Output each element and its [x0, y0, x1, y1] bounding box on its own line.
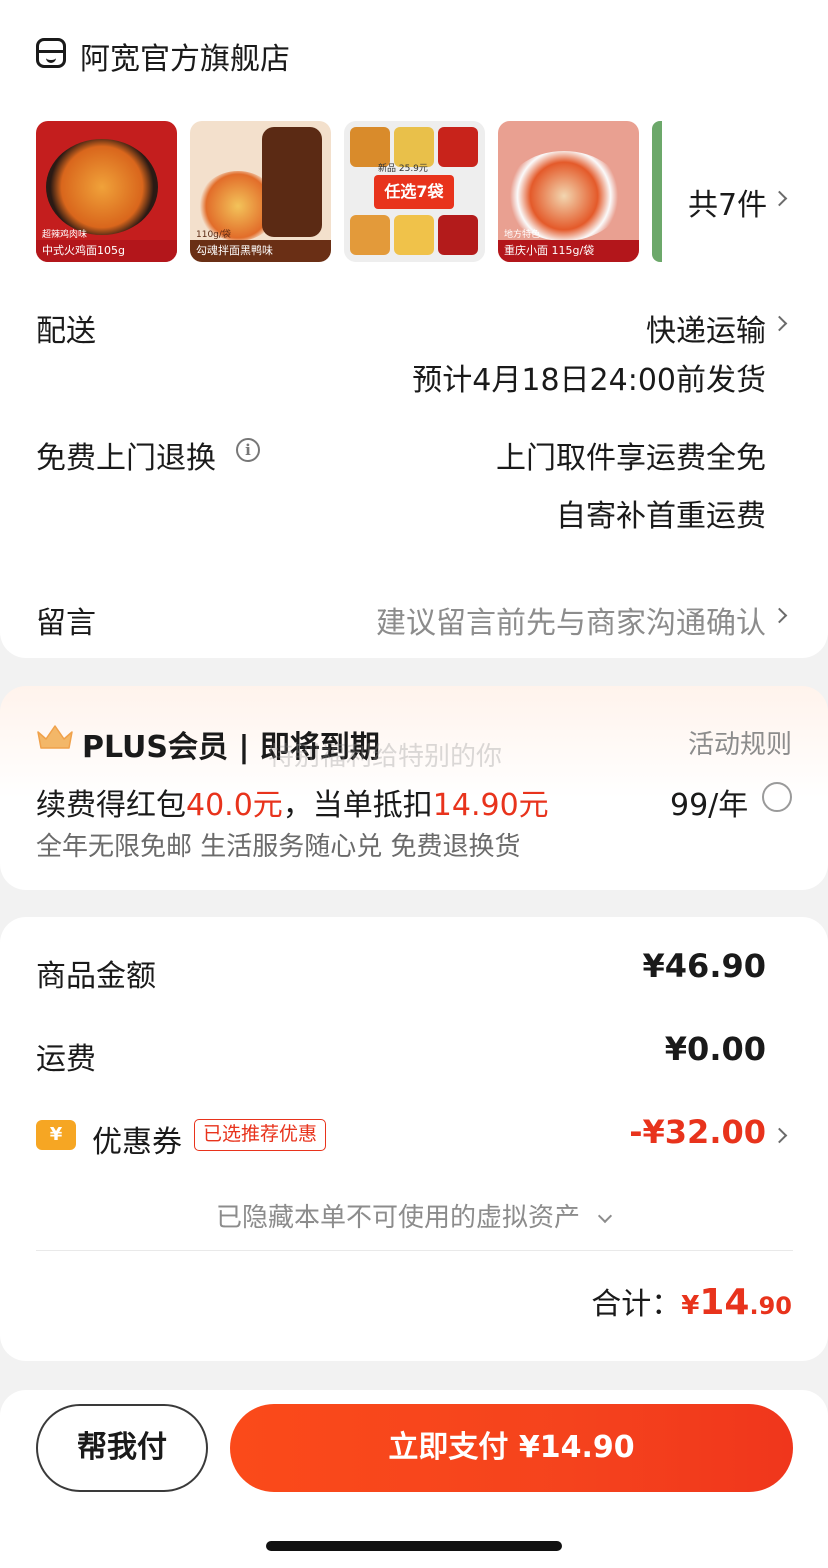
thumbnail-tag: 新品 25.9元 — [378, 164, 428, 174]
help-pay-button[interactable]: 帮我付 — [36, 1404, 208, 1492]
total-decimal: .90 — [749, 1292, 792, 1320]
return-service-label: 免费上门退换 — [36, 441, 216, 476]
coupon-discount-value[interactable]: -¥32.00 — [629, 1113, 766, 1151]
hidden-assets-toggle[interactable]: 已隐藏本单不可使用的虚拟资产 — [216, 1197, 613, 1234]
product-thumbnail[interactable]: 超辣鸡肉味 中式火鸡面105g — [36, 121, 177, 262]
chevron-right-icon — [771, 607, 788, 624]
return-service-line1: 上门取件享运费全免 — [496, 441, 766, 476]
shipping-value: ¥0.00 — [664, 1030, 766, 1068]
delivery-estimate: 预计4月18日24:00前发货 — [412, 363, 766, 398]
thumbnail-caption: 勾魂拌面黑鸭味 — [190, 240, 331, 262]
product-count[interactable]: 共7件 — [688, 180, 767, 224]
chevron-right-icon — [771, 315, 788, 332]
plus-select-radio[interactable] — [762, 782, 792, 812]
shop-name[interactable]: 阿宽官方旗舰店 — [80, 34, 290, 78]
order-card: 阿宽官方旗舰店 超辣鸡肉味 中式火鸡面105g 110g/袋 勾魂拌面黑鸭味 任… — [0, 0, 828, 658]
chevron-right-icon — [771, 190, 788, 207]
home-indicator[interactable] — [266, 1541, 562, 1551]
thumbnail-caption: 重庆小面 115g/袋 — [498, 240, 639, 262]
hidden-assets-text: 已隐藏本单不可使用的虚拟资产 — [216, 1203, 581, 1233]
pay-now-button[interactable]: 立即支付 ¥14.90 — [230, 1404, 793, 1492]
activity-rules-link[interactable]: 活动规则 — [688, 724, 792, 761]
product-thumbnail[interactable]: 110g/袋 勾魂拌面黑鸭味 — [190, 121, 331, 262]
return-service-line2: 自寄补首重运费 — [556, 499, 766, 534]
divider — [36, 1250, 793, 1251]
thumbnail-tag: 110g/袋 — [196, 230, 231, 240]
price-summary-card: 商品金额 ¥46.90 运费 ¥0.00 优惠券 -¥32.00 已隐藏本单不可… — [0, 917, 828, 1361]
renew-offer: 续费得红包40.0元，当单抵扣14.90元 — [36, 780, 549, 824]
product-thumbnail[interactable]: 地方特色 重庆小面 115g/袋 — [498, 121, 639, 262]
plus-membership-card[interactable]: PLUS会员 | 即将到期 特别福利给特别的你 活动规则 续费得红包40.0元，… — [0, 686, 828, 890]
product-thumbnail-partial — [652, 121, 662, 262]
product-thumbnail[interactable]: 任选7袋 新品 25.9元 — [344, 121, 485, 262]
total-row: 合计：¥14.90 — [591, 1279, 792, 1323]
total-currency: ¥ — [681, 1291, 700, 1321]
coupon-icon: ¥ — [36, 1120, 76, 1150]
total-label: 合计： — [591, 1287, 682, 1322]
chevron-right-icon — [771, 1127, 788, 1144]
deduct-amount: 14.90元 — [432, 788, 549, 823]
shop-icon — [36, 38, 66, 68]
coupon-badge: 已选推荐优惠 — [194, 1119, 327, 1151]
thumbnail-caption: 任选7袋 — [374, 175, 454, 209]
message-input[interactable]: 建议留言前先与商家沟通确认 — [376, 598, 766, 642]
message-label: 留言 — [36, 606, 96, 641]
thumbnail-tag: 地方特色 — [504, 230, 541, 240]
delivery-label: 配送 — [36, 314, 96, 349]
delivery-method[interactable]: 快递运输 — [646, 306, 766, 350]
renew-amount: 40.0元 — [186, 788, 283, 823]
shipping-label: 运费 — [36, 1042, 96, 1077]
crown-icon — [37, 725, 73, 749]
thumbnail-tag: 超辣鸡肉味 — [42, 230, 88, 240]
thumbnail-caption: 中式火鸡面105g — [36, 240, 177, 262]
total-integer: 14 — [699, 1282, 750, 1323]
renew-prefix: 续费得红包 — [36, 788, 186, 823]
plus-overlay-slogan: 特别福利给特别的你 — [268, 742, 503, 772]
chevron-down-icon — [598, 1208, 613, 1224]
goods-amount-label: 商品金额 — [36, 959, 156, 994]
coupon-label[interactable]: 优惠券 — [92, 1117, 182, 1161]
goods-amount-value: ¥46.90 — [642, 947, 766, 985]
plus-price: 99/年 — [670, 788, 749, 823]
renew-mid: ，当单抵扣 — [282, 788, 433, 823]
plus-benefits: 全年无限免邮 生活服务随心兑 免费退换货 — [36, 832, 521, 862]
info-icon[interactable]: i — [236, 438, 260, 462]
